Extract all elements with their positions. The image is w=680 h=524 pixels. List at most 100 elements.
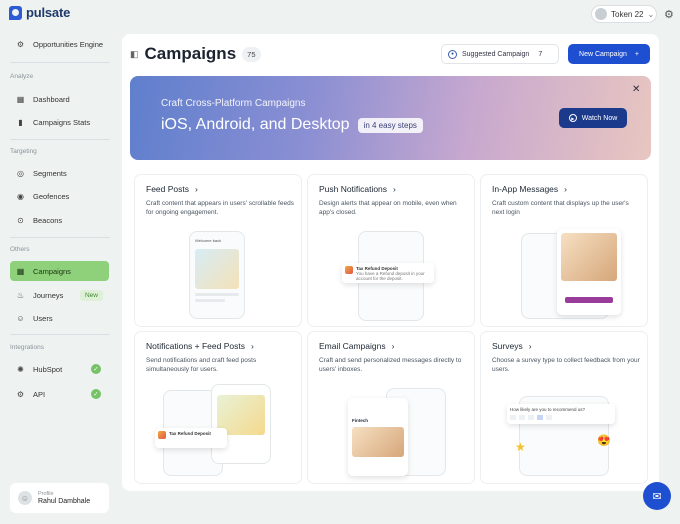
section-integrations: Integrations (10, 344, 44, 351)
card-title-text: Feed Posts (146, 184, 189, 194)
check-icon: ✓ (91, 364, 101, 374)
chevron-right-icon: › (195, 184, 198, 194)
modal-cta (565, 297, 613, 303)
sidebar-item-users[interactable]: ☺ Users (10, 308, 109, 328)
sidebar-toggle-icon[interactable]: ◧ (130, 49, 139, 60)
sidebar-item-label: Dashboard (33, 94, 70, 104)
hubspot-icon: ✺ (17, 364, 24, 374)
chevron-right-icon: › (393, 184, 396, 194)
card-title-text: In-App Messages (492, 184, 559, 194)
card-title: Surveys › (492, 341, 532, 351)
new-badge: New (79, 289, 103, 301)
sidebar-divider (10, 62, 110, 63)
gear-icon: ⚙ (16, 389, 25, 399)
brand-logo[interactable]: pulsate (9, 5, 70, 20)
sidebar-item-label: Journeys (33, 290, 64, 300)
card-email-campaigns[interactable]: Email Campaigns › Craft and send personal… (307, 331, 475, 484)
token-label: Token 22 (611, 9, 644, 19)
banner-steps-chip: in 4 easy steps (357, 117, 423, 133)
scale-option (519, 415, 525, 420)
chevron-right-icon: › (528, 341, 532, 351)
sidebar-item-campaigns[interactable]: ▦ Campaigns (10, 261, 109, 281)
suggested-count: 7 (538, 50, 543, 58)
sidebar-item-campaigns-stats[interactable]: ▮ Campaigns Stats (10, 112, 109, 132)
notif-body: You have a Refund deposit in your accoun… (356, 271, 425, 281)
card-description: Craft content that appears in users' scr… (146, 200, 294, 216)
sidebar-divider (10, 139, 110, 140)
section-targeting: Targeting (10, 148, 37, 155)
survey-question-card: How likely are you to recommend us? (507, 404, 615, 424)
chevron-right-icon: › (391, 341, 395, 351)
new-campaign-button[interactable]: New Campaign + (568, 44, 650, 64)
push-illustration: Tax Refund Deposit You have a Refund depo… (328, 227, 456, 321)
card-notifications-feed-posts[interactable]: Notifications + Feed Posts › Send notific… (134, 331, 302, 484)
geofence-icon: ◉ (17, 191, 24, 201)
feed-bar (195, 293, 239, 296)
sidebar-divider (10, 237, 110, 238)
card-title: Push Notifications › (319, 184, 396, 194)
banner-subtitle: Craft Cross-Platform Campaigns (161, 98, 306, 109)
in-app-illustration (501, 227, 629, 319)
modal-image (561, 233, 617, 281)
feed-header: Welcome back (195, 238, 222, 243)
token-selector[interactable]: Token 22 ⌄ (591, 5, 657, 23)
feed-post-illustration: Welcome back (155, 227, 283, 319)
sidebar-item-geofences[interactable]: ◉ Geofences (10, 186, 109, 206)
sidebar-item-dashboard[interactable]: ▦ Dashboard (10, 89, 109, 109)
sidebar-item-hubspot[interactable]: ✺ HubSpot ✓ (10, 359, 109, 379)
feed-phone-mockup (211, 384, 271, 464)
sidebar-item-label: Campaigns (33, 266, 71, 276)
star-icon: ★ (515, 440, 526, 454)
chat-support-icon[interactable]: ✉ (643, 482, 671, 510)
sidebar-item-beacons[interactable]: ⊙ Beacons (10, 210, 109, 230)
top-bar: pulsate Token 22 ⌄ ⚙ (0, 0, 680, 28)
card-title: Feed Posts › (146, 184, 198, 194)
sidebar-item-label: Opportunities Engine (33, 39, 104, 49)
sidebar-item-label: Segments (33, 168, 67, 178)
sidebar-item-segments[interactable]: ◎ Segments (10, 163, 109, 183)
settings-gear-icon[interactable]: ⚙ (664, 8, 674, 21)
push-notification-preview: Tax Refund Deposit (155, 428, 227, 448)
card-push-notifications[interactable]: Push Notifications › Design alerts that a… (307, 174, 475, 327)
sidebar-item-label: Campaigns Stats (33, 117, 91, 127)
sidebar-item-label: API (33, 389, 46, 399)
card-title: Email Campaigns › (319, 341, 394, 351)
in-app-modal (557, 229, 621, 315)
grid-icon: ▦ (16, 94, 25, 104)
plus-icon: + (634, 50, 639, 58)
page-title: Campaigns (144, 44, 237, 63)
journey-icon: ♨ (16, 290, 25, 300)
profile-label: Profile (38, 491, 54, 497)
chevron-right-icon: › (250, 341, 254, 351)
email-image (352, 427, 404, 457)
segments-icon: ◎ (17, 168, 24, 178)
banner-headline-row: iOS, Android, and Desktop in 4 easy step… (161, 116, 423, 134)
banner-headline: iOS, Android, and Desktop (161, 116, 350, 133)
card-description: Send notifications and craft feed posts … (146, 357, 257, 373)
suggested-campaign-button[interactable]: ● Suggested Campaign 7 (441, 44, 559, 64)
sidebar-divider (10, 334, 110, 335)
card-feed-posts[interactable]: Feed Posts › Craft content that appears i… (134, 174, 302, 327)
card-surveys[interactable]: Surveys › Choose a survey type to collect… (480, 331, 648, 484)
campaign-count-badge: 75 (242, 46, 261, 62)
watch-now-button[interactable]: ▶ Watch Now (559, 108, 627, 128)
card-description: Craft and send personalized messages dir… (319, 357, 462, 373)
close-icon[interactable]: ✕ (632, 84, 640, 95)
card-title: In-App Messages › (492, 184, 567, 194)
feed-bar (195, 299, 225, 302)
users-icon: ☺ (16, 313, 25, 323)
lightbulb-icon: ● (448, 49, 457, 59)
sidebar-item-label: Geofences (33, 191, 70, 201)
sidebar-item-label: HubSpot (33, 364, 63, 374)
card-description: Craft custom content that displays up th… (492, 200, 629, 216)
card-in-app-messages[interactable]: In-App Messages › Craft custom content th… (480, 174, 648, 327)
email-preview: Fintech (348, 398, 408, 476)
profile-card[interactable]: ☺ Profile Rahul Dambhale (10, 483, 109, 513)
sidebar-item-api[interactable]: ⚙ API ✓ (10, 384, 109, 404)
sidebar-item-journeys[interactable]: ♨ Journeys New (10, 285, 109, 305)
sidebar-item-opportunities-engine[interactable]: ⚙ Opportunities Engine (10, 34, 109, 54)
user-icon: ☺ (18, 491, 32, 505)
card-title-text: Surveys (492, 341, 523, 351)
scale-option (546, 415, 552, 420)
card-description: Design alerts that appear on mobile, eve… (319, 200, 457, 216)
